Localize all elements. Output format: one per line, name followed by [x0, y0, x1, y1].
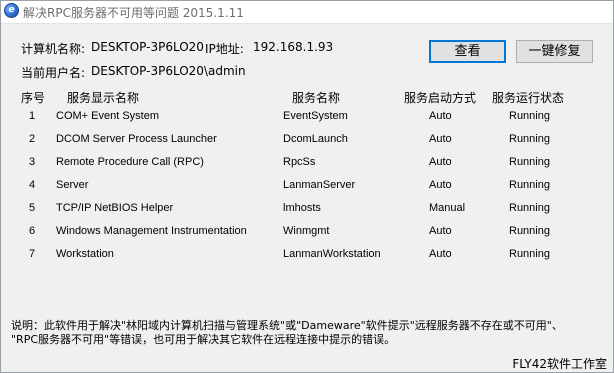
row-display-name: Workstation	[56, 248, 114, 260]
row-run-status: Running	[509, 133, 550, 145]
row-run-status: Running	[509, 156, 550, 168]
services-table-body: 1 COM+ Event System EventSystem Auto Run…	[1, 107, 613, 268]
main-window: e 解决RPC服务器不可用等问题 2015.1.11 计算机名称: DESKTO…	[0, 0, 614, 373]
row-startup-type: Manual	[429, 202, 466, 214]
table-row[interactable]: 3 Remote Procedure Call (RPC) RpcSs Auto…	[1, 153, 613, 176]
view-button[interactable]: 查看	[429, 40, 506, 63]
row-display-name: Windows Management Instrumentation	[56, 225, 247, 237]
row-startup-type: Auto	[429, 225, 452, 237]
description-note: 说明：此软件用于解决"林阳域内计算机扫描与管理系统"或"Dameware"软件提…	[11, 319, 611, 347]
row-display-name: Server	[56, 179, 89, 191]
header-service-name: 服务名称	[292, 91, 341, 105]
row-service-name: EventSystem	[283, 110, 348, 122]
services-table-header: 序号 服务显示名称 服务名称 服务启动方式 服务运行状态	[1, 87, 613, 105]
row-run-status: Running	[509, 225, 550, 237]
description-line-2: "RPC服务器不可用"等错误，也可用于解决其它软件在远程连接中提示的错误。	[11, 333, 396, 346]
title-bar[interactable]: e 解决RPC服务器不可用等问题 2015.1.11	[1, 1, 613, 24]
computer-name-label: 计算机名称:	[21, 42, 86, 56]
row-startup-type: Auto	[429, 179, 452, 191]
row-index: 4	[29, 179, 36, 191]
row-run-status: Running	[509, 202, 550, 214]
table-row[interactable]: 1 COM+ Event System EventSystem Auto Run…	[1, 107, 613, 130]
window-title: 解决RPC服务器不可用等问题 2015.1.11	[23, 6, 244, 20]
row-display-name: Remote Procedure Call (RPC)	[56, 156, 204, 168]
row-service-name: RpcSs	[283, 156, 316, 168]
row-startup-type: Auto	[429, 133, 452, 145]
description-line-1: 说明：此软件用于解决"林阳域内计算机扫描与管理系统"或"Dameware"软件提…	[11, 319, 563, 332]
row-display-name: TCP/IP NetBIOS Helper	[56, 202, 174, 214]
row-service-name: LanmanWorkstation	[283, 248, 381, 260]
row-service-name: Winmgmt	[283, 225, 330, 237]
header-display-name: 服务显示名称	[67, 91, 140, 105]
row-index: 2	[29, 133, 36, 145]
row-service-name: lmhosts	[283, 202, 321, 214]
row-index: 3	[29, 156, 36, 168]
studio-credit: FLY42软件工作室	[512, 357, 607, 371]
row-service-name: LanmanServer	[283, 179, 356, 191]
header-index: 序号	[21, 91, 46, 105]
row-index: 6	[29, 225, 36, 237]
current-user-value: DESKTOP-3P6LO20\admin	[91, 64, 246, 78]
row-run-status: Running	[509, 179, 550, 191]
table-row[interactable]: 7 Workstation LanmanWorkstation Auto Run…	[1, 245, 613, 268]
row-service-name: DcomLaunch	[283, 133, 348, 145]
header-run-status: 服务运行状态	[492, 91, 565, 105]
row-index: 1	[29, 110, 36, 122]
app-logo-icon: e	[4, 3, 19, 18]
table-row[interactable]: 2 DCOM Server Process Launcher DcomLaunc…	[1, 130, 613, 153]
repair-button[interactable]: 一键修复	[516, 40, 593, 63]
header-startup-type: 服务启动方式	[404, 91, 477, 105]
row-run-status: Running	[509, 110, 550, 122]
row-startup-type: Auto	[429, 110, 452, 122]
row-display-name: COM+ Event System	[56, 110, 160, 122]
row-startup-type: Auto	[429, 248, 452, 260]
row-index: 7	[29, 248, 36, 260]
row-index: 5	[29, 202, 36, 214]
row-startup-type: Auto	[429, 156, 452, 168]
current-user-label: 当前用户名:	[21, 66, 86, 80]
table-row[interactable]: 4 Server LanmanServer Auto Running	[1, 176, 613, 199]
table-row[interactable]: 6 Windows Management Instrumentation Win…	[1, 222, 613, 245]
computer-name-value: DESKTOP-3P6LO20	[91, 40, 204, 54]
ip-address-label: IP地址:	[205, 42, 244, 56]
row-display-name: DCOM Server Process Launcher	[56, 133, 217, 145]
ip-address-value: 192.168.1.93	[253, 40, 334, 54]
table-row[interactable]: 5 TCP/IP NetBIOS Helper lmhosts Manual R…	[1, 199, 613, 222]
row-run-status: Running	[509, 248, 550, 260]
